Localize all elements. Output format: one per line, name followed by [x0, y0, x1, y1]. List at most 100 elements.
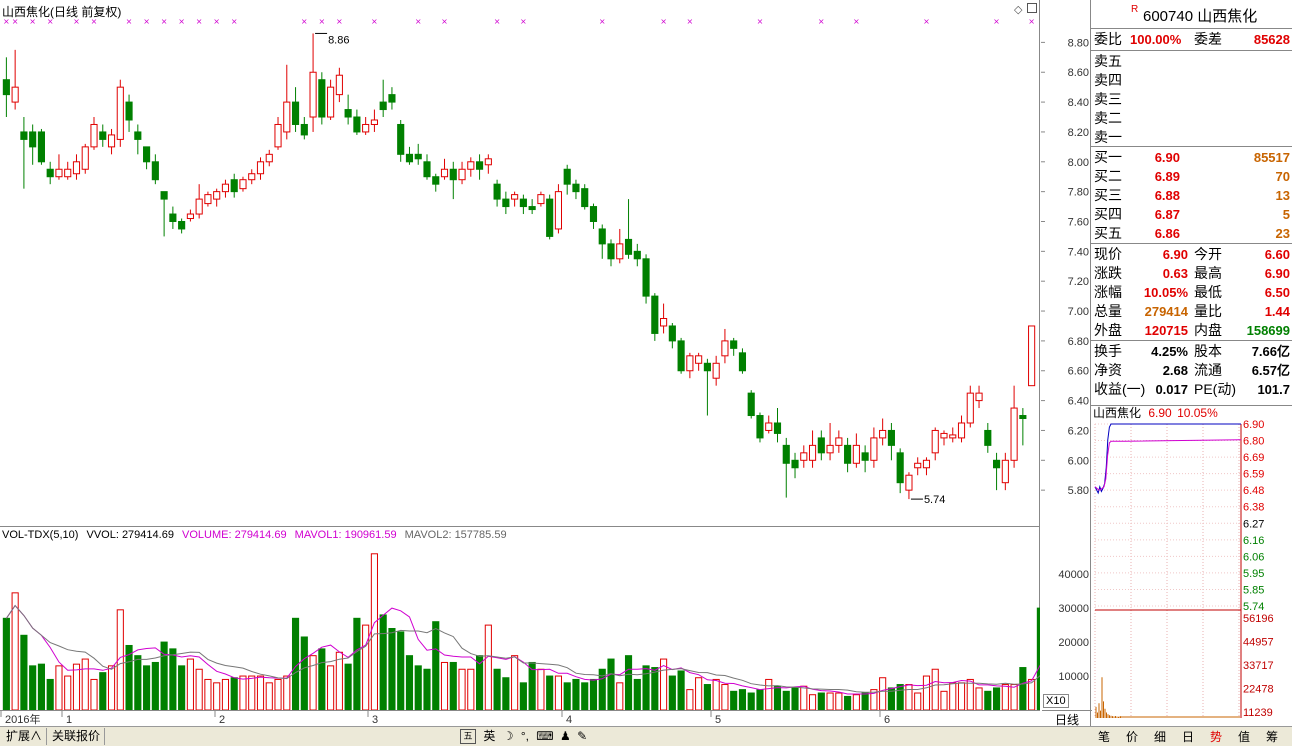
- fund-value: 2.68: [1162, 363, 1188, 378]
- candle-body: [949, 434, 957, 439]
- weibi-value: 100.00%: [1130, 32, 1182, 47]
- stat-value: 6.60: [1264, 247, 1290, 262]
- volume-bar: [537, 668, 545, 710]
- volume-bar: [511, 655, 519, 710]
- volume-bar: [143, 665, 151, 710]
- r-badge: R: [1131, 4, 1139, 15]
- right-tab[interactable]: 细: [1148, 728, 1172, 745]
- candle-body: [178, 220, 186, 230]
- intraday-title: 山西焦化 6.90 10.05%: [1093, 404, 1218, 421]
- expand-tab[interactable]: 扩展∧: [2, 728, 48, 745]
- volume-bar: [405, 655, 414, 710]
- volume-bar: [449, 661, 457, 710]
- buy-price: 6.86: [1154, 226, 1180, 241]
- volume-bar: [817, 692, 825, 710]
- signal-marker: ×: [231, 17, 238, 26]
- volume-value: VOLUME: 279414.69: [182, 529, 287, 541]
- signal-marker: ×: [441, 17, 448, 26]
- volume-bar: [607, 658, 615, 710]
- volume-bar: [1036, 607, 1040, 710]
- volume-bar: [309, 655, 317, 710]
- buy-row: 买五 6.86 23: [1094, 224, 1290, 243]
- right-tab[interactable]: 筹: [1260, 728, 1284, 745]
- volume-bar: [300, 636, 308, 710]
- volume-bar: [221, 678, 230, 710]
- candle-body: [283, 101, 291, 133]
- ime-logo-icon[interactable]: 五: [460, 729, 476, 745]
- right-tabs: 笔价细日势值筹: [1090, 726, 1292, 746]
- keyboard-icon[interactable]: ⌨: [536, 729, 553, 743]
- candle-body: [887, 429, 895, 446]
- price-tick: 6.60: [1068, 366, 1089, 378]
- signal-marker: ×: [161, 17, 168, 26]
- stat-row: 外盘 120715 内盘 158699: [1094, 321, 1290, 340]
- annotation-label: 8.86: [328, 34, 349, 46]
- candle-body: [686, 355, 694, 372]
- candle-body: [476, 161, 484, 170]
- buy-label: 买一: [1094, 149, 1122, 165]
- intraday-pct: 10.05%: [1177, 406, 1218, 420]
- volume-bar: [519, 682, 527, 710]
- volume-bar: [318, 648, 326, 710]
- volume-bar: [239, 675, 247, 710]
- price-tick: 7.00: [1068, 306, 1089, 318]
- stat-value: 6.50: [1264, 285, 1290, 300]
- candle-body: [922, 459, 931, 469]
- volume-legend: VOL-TDX(5,10) VVOL: 279414.69 VOLUME: 27…: [2, 529, 512, 541]
- signal-marker: ×: [1028, 17, 1035, 26]
- fund-value: 4.25%: [1151, 344, 1188, 359]
- volume-bar: [20, 634, 28, 710]
- volume-bar: [668, 675, 676, 710]
- moon-icon[interactable]: ☽: [503, 729, 514, 743]
- volume-bar: [879, 677, 887, 710]
- candle-body: [940, 432, 948, 439]
- volume-bar: [852, 694, 860, 710]
- stat-row: 涨跌 0.63 最高 6.90: [1094, 264, 1290, 283]
- volume-bar: [55, 665, 63, 710]
- candlestick-panel[interactable]: × × × × × × × × × × × × × × × × × × × × × × × × × × × × × × 8.86 5.74 山…: [0, 0, 1040, 527]
- ime-mode[interactable]: 英: [483, 729, 495, 743]
- candle-body: [414, 153, 422, 160]
- frame-icon[interactable]: [1027, 3, 1037, 13]
- right-tab[interactable]: 势: [1204, 728, 1228, 745]
- candle-body: [660, 318, 668, 327]
- sell-row: 卖四: [1094, 71, 1290, 90]
- volume-bar: [64, 675, 72, 710]
- quote-panel: R 600740 山西焦化 委比 100.00% 委差 85628 卖五 卖四 卖三…: [1090, 0, 1292, 405]
- wrench-icon[interactable]: ✎: [577, 729, 587, 743]
- punct-icon[interactable]: °,: [521, 729, 529, 743]
- stat-row: 现价 6.90 今开 6.60: [1094, 245, 1290, 264]
- volume-panel[interactable]: [0, 527, 1040, 710]
- volume-bar: [808, 694, 817, 710]
- right-tab[interactable]: 日: [1176, 728, 1200, 745]
- right-tab[interactable]: 值: [1232, 728, 1256, 745]
- volume-bar: [554, 675, 562, 710]
- right-tab[interactable]: 笔: [1092, 728, 1116, 745]
- volume-bar: [230, 677, 238, 710]
- signal-marker: ×: [213, 17, 220, 26]
- period-button[interactable]: 日线: [1042, 710, 1092, 727]
- volume-bar: [90, 678, 98, 710]
- volume-bar: [651, 667, 659, 710]
- volume-bar: [484, 624, 492, 710]
- volume-bar: [940, 690, 948, 710]
- signal-marker: ×: [178, 17, 185, 26]
- volume-bar: [195, 668, 203, 710]
- volume-tick: 10000: [1058, 671, 1089, 683]
- user-icon[interactable]: ♟: [560, 729, 571, 743]
- candle-body: [1028, 325, 1036, 387]
- volume-bar: [414, 665, 422, 710]
- signal-marker: ×: [818, 17, 825, 26]
- volume-tick: 20000: [1058, 637, 1089, 649]
- volume-bar: [782, 690, 790, 710]
- related-quotes-tab[interactable]: 关联报价: [48, 728, 106, 745]
- volume-bar: [265, 682, 273, 710]
- right-tab[interactable]: 价: [1120, 728, 1144, 745]
- intraday-panel[interactable]: 6.90 6.80 6.69 6.59 6.48 6.38 6.27 6.16 6.06 5.95…: [1090, 405, 1292, 726]
- volume-bar: [633, 678, 641, 710]
- fund-label: 收益(一): [1094, 381, 1146, 397]
- volume-bar: [178, 665, 186, 710]
- diamond-icon[interactable]: ◇: [1014, 3, 1022, 16]
- candle-body: [291, 101, 300, 125]
- volume-bar: [905, 684, 913, 710]
